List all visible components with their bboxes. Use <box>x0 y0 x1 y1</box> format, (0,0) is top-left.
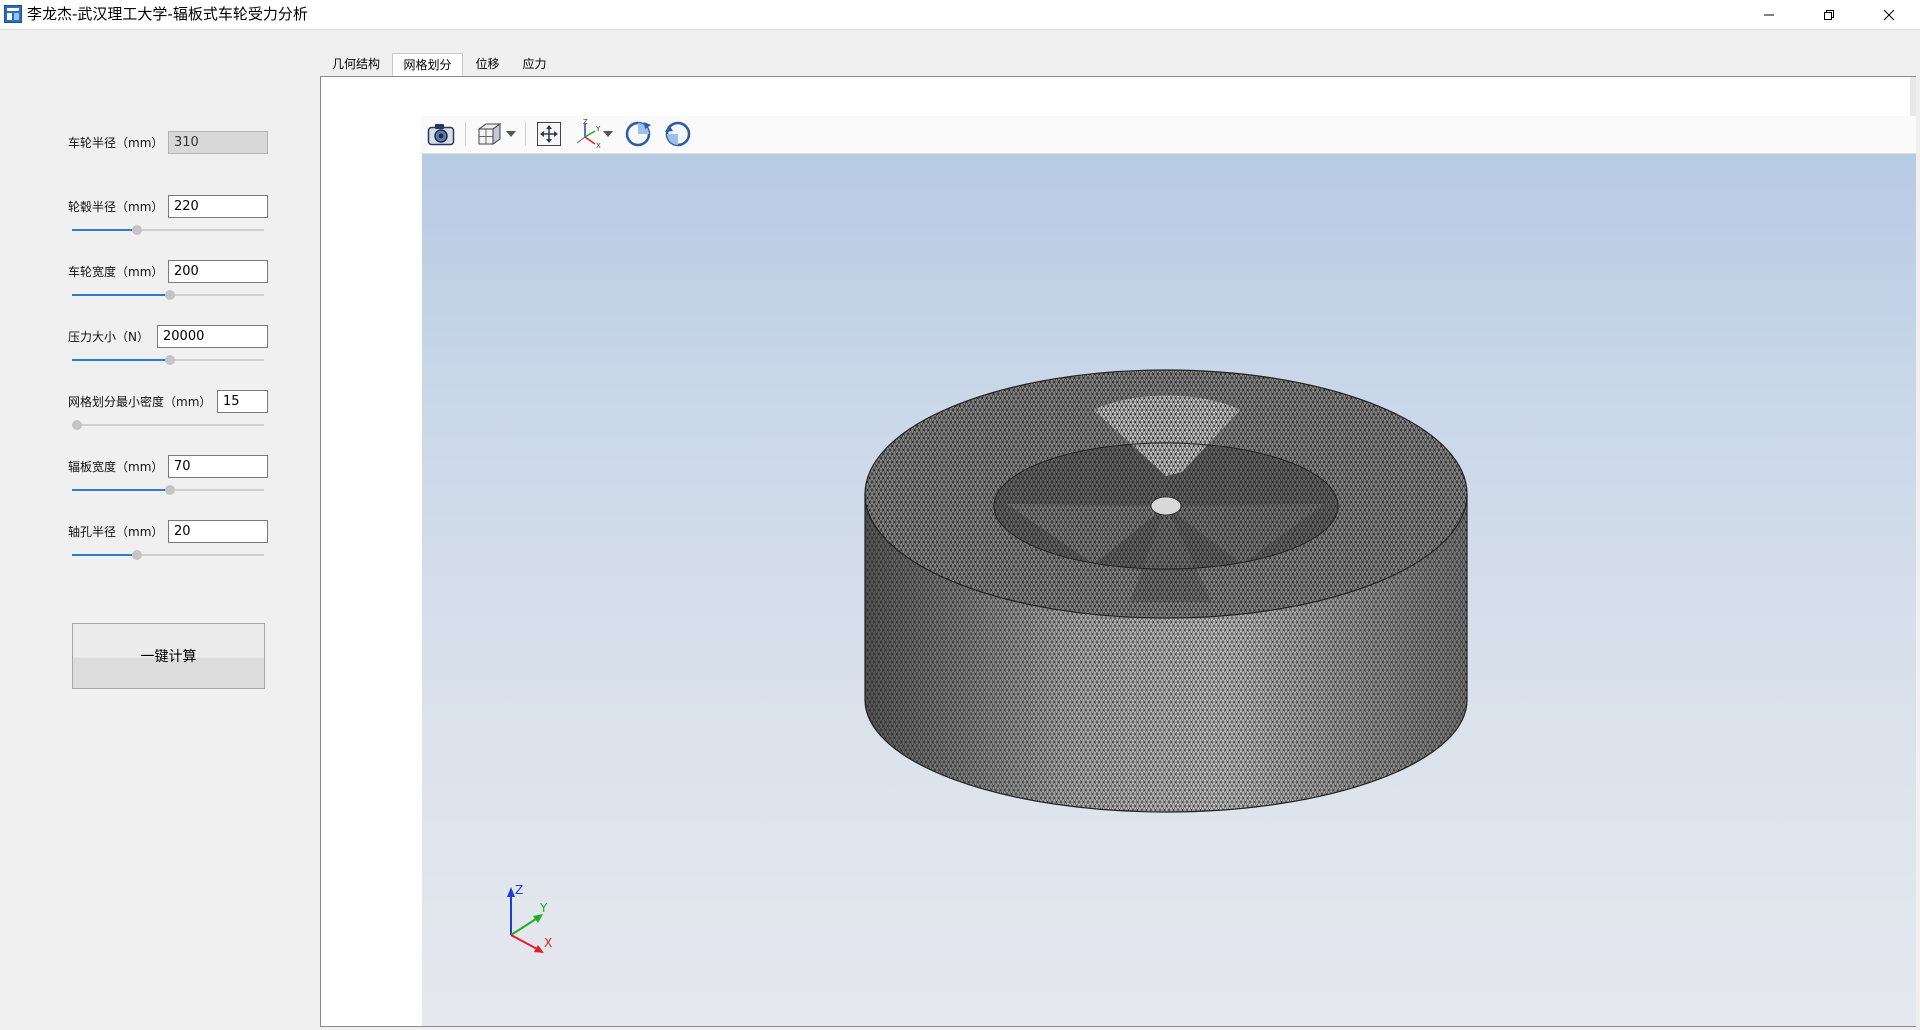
slider-thumb[interactable] <box>72 420 82 430</box>
tab-mesh[interactable]: 网格划分 <box>392 53 463 77</box>
wheel-radius-input <box>168 131 268 154</box>
slider-fill <box>72 554 138 556</box>
toolbar-separator <box>465 122 466 146</box>
screenshot-button[interactable] <box>425 119 457 149</box>
viewer-toolbar: Z Y X <box>421 116 1916 154</box>
axis-y-label: Y <box>539 901 548 915</box>
svg-text:X: X <box>596 142 601 149</box>
window-title: 李龙杰-武汉理工大学-辐板式车轮受力分析 <box>27 5 308 23</box>
hub-radius-slider[interactable] <box>72 224 264 236</box>
rotate-cw-button[interactable] <box>661 119 695 149</box>
mesh-density-slider[interactable] <box>72 419 264 431</box>
pressure-slider[interactable] <box>72 354 264 366</box>
axes-view-button[interactable]: Z Y X <box>571 119 615 149</box>
slider-fill <box>72 229 138 231</box>
wheel-mesh <box>864 369 1468 813</box>
hub-radius-input[interactable] <box>168 195 268 218</box>
web-width-slider[interactable] <box>72 484 264 496</box>
tab-stress[interactable]: 应力 <box>512 53 557 76</box>
app-icon <box>4 5 22 23</box>
compute-button-label: 一键计算 <box>140 649 197 665</box>
hub-radius-label: 轮毂半径（mm） <box>68 200 164 214</box>
wheel-width-input[interactable] <box>168 260 268 283</box>
slider-thumb[interactable] <box>132 550 143 560</box>
slider-fill <box>72 489 170 491</box>
3d-viewport[interactable]: Z Y X <box>422 154 1916 1026</box>
axes-triad: Z Y X <box>507 883 552 953</box>
camera-icon <box>427 124 455 146</box>
restore-icon <box>1824 9 1834 20</box>
pressure-input[interactable] <box>157 325 268 348</box>
pressure-label: 压力大小（N） <box>68 330 149 344</box>
axis-z-label: Z <box>515 883 523 897</box>
restore-button[interactable] <box>1800 0 1858 29</box>
cube-view-icon <box>477 123 502 145</box>
slider-track <box>72 424 264 426</box>
close-icon <box>1883 9 1895 20</box>
shaft-hole-radius-label: 轴孔半径（mm） <box>68 525 164 539</box>
chevron-down-icon <box>603 131 613 137</box>
slider-fill <box>72 359 170 361</box>
tab-geometry[interactable]: 几何结构 <box>322 53 390 76</box>
tab-displacement[interactable]: 位移 <box>465 53 510 76</box>
web-width-label: 辐板宽度（mm） <box>68 460 164 474</box>
slider-thumb[interactable] <box>164 485 175 495</box>
minimize-button[interactable] <box>1740 0 1798 29</box>
rotate-ccw-icon <box>625 121 651 147</box>
wheel-radius-label: 车轮半径（mm） <box>68 136 164 150</box>
rotate-cw-icon <box>665 121 691 147</box>
wheel-width-label: 车轮宽度（mm） <box>68 265 164 279</box>
mesh-render: Z Y X <box>507 369 1468 953</box>
fit-view-icon <box>537 122 561 146</box>
minimize-icon <box>1764 14 1774 15</box>
slider-fill <box>72 294 170 296</box>
axes-view-icon: Z Y X <box>576 119 601 149</box>
fit-view-button[interactable] <box>533 119 565 149</box>
view-cube-button[interactable] <box>473 119 519 149</box>
rotate-ccw-button[interactable] <box>621 119 655 149</box>
axis-x-label: X <box>544 936 552 950</box>
title-bar: 李龙杰-武汉理工大学-辐板式车轮受力分析 <box>0 0 1920 30</box>
mesh-density-label: 网格划分最小密度（mm） <box>68 395 212 409</box>
web-width-input[interactable] <box>168 455 268 478</box>
slider-thumb[interactable] <box>132 225 143 235</box>
compute-button[interactable]: 一键计算 <box>72 623 265 689</box>
shaft-hole-radius-input[interactable] <box>168 520 268 543</box>
svg-text:Y: Y <box>595 125 601 133</box>
wheel-width-slider[interactable] <box>72 289 264 301</box>
mesh-density-input[interactable] <box>217 390 268 413</box>
slider-thumb[interactable] <box>164 290 175 300</box>
close-button[interactable] <box>1860 0 1918 29</box>
slider-thumb[interactable] <box>164 355 175 365</box>
toolbar-separator <box>525 122 526 146</box>
shaft-hole-radius-slider[interactable] <box>72 549 264 561</box>
chevron-down-icon <box>506 131 516 137</box>
svg-text:Z: Z <box>583 119 588 126</box>
